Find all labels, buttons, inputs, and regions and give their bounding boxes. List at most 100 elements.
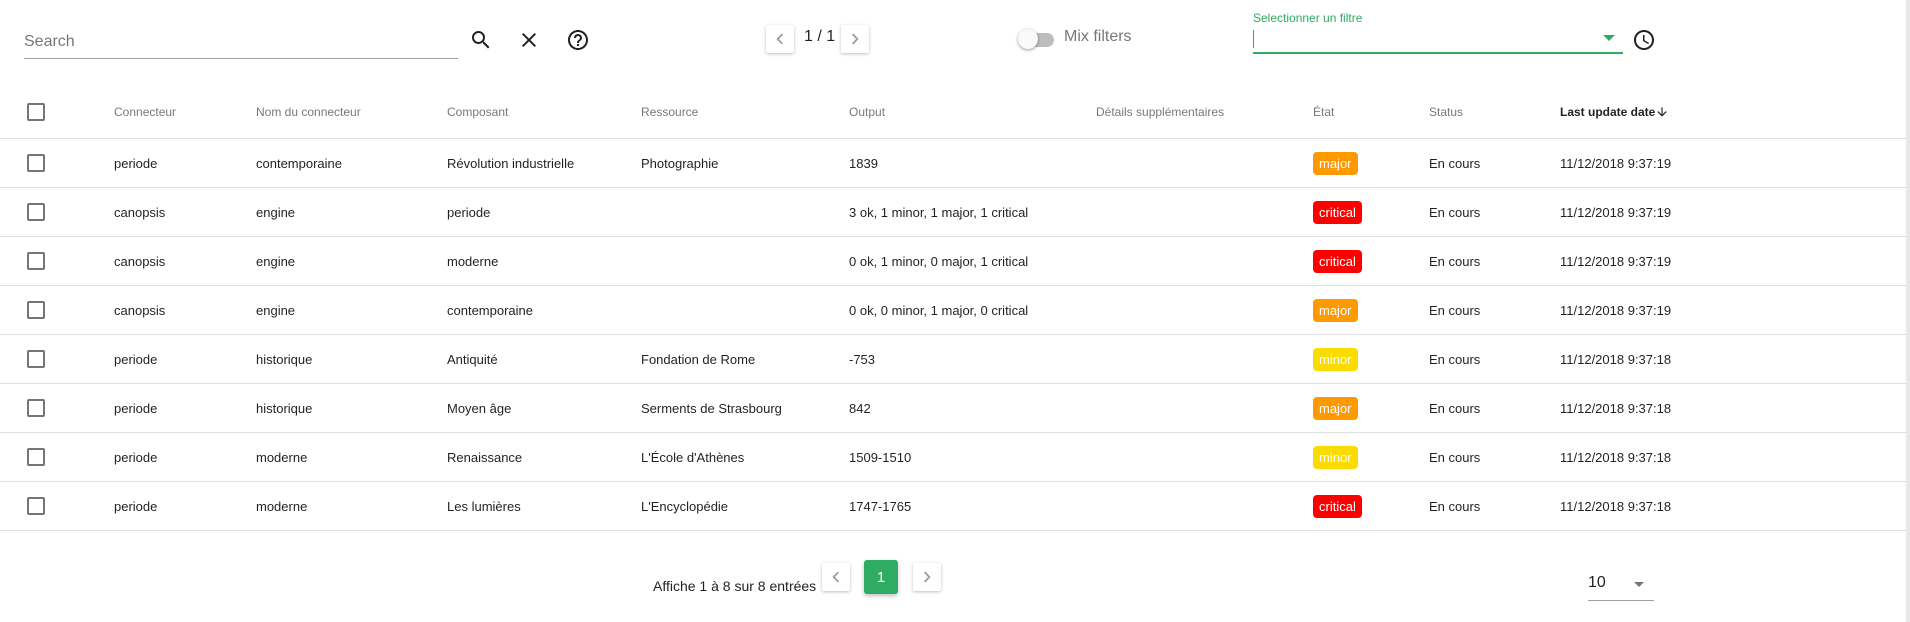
- dropdown-arrow-icon: [1634, 582, 1644, 587]
- cell-details: [1096, 285, 1313, 335]
- history-button[interactable]: [1626, 22, 1662, 58]
- cell-status: En cours: [1429, 138, 1560, 188]
- header-last-update-label: Last update date: [1560, 104, 1656, 119]
- chevron-right-icon: [851, 33, 859, 45]
- cell-details: [1096, 383, 1313, 433]
- state-badge: critical: [1313, 249, 1362, 273]
- cell-etat: major: [1313, 138, 1429, 188]
- header-output[interactable]: Output: [849, 86, 1096, 139]
- footer-prev-page-button[interactable]: [822, 563, 850, 591]
- cell-composant: moderne: [447, 236, 641, 286]
- cell-ressource: [641, 285, 849, 335]
- cell-last-update: 11/12/2018 9:37:18: [1560, 334, 1910, 384]
- search-field[interactable]: [24, 28, 458, 59]
- cell-status: En cours: [1429, 285, 1560, 335]
- cell-composant: Révolution industrielle: [447, 138, 641, 188]
- text-cursor: [1253, 30, 1254, 48]
- cell-nom-connecteur: moderne: [256, 432, 447, 482]
- select-all-checkbox[interactable]: [27, 103, 45, 121]
- cell-last-update: 11/12/2018 9:37:19: [1560, 138, 1910, 188]
- alarms-table: Connecteur Nom du connecteur Composant R…: [0, 86, 1910, 531]
- cell-details: [1096, 334, 1313, 384]
- prev-page-button[interactable]: [766, 25, 794, 53]
- clear-search-button[interactable]: [511, 22, 547, 58]
- header-status[interactable]: Status: [1429, 86, 1560, 139]
- row-checkbox[interactable]: [27, 203, 45, 221]
- cell-etat: critical: [1313, 187, 1429, 237]
- table-row[interactable]: periode moderne Renaissance L'École d'Athèn…: [0, 432, 1910, 482]
- table-row[interactable]: canopsis engine periode 3 ok, 1 minor, 1 ma…: [0, 187, 1910, 237]
- next-page-button[interactable]: [841, 25, 869, 53]
- cell-status: En cours: [1429, 187, 1560, 237]
- table-row[interactable]: canopsis engine moderne 0 ok, 1 minor, 0 ma…: [0, 236, 1910, 286]
- cell-composant: Moyen âge: [447, 383, 641, 433]
- header-composant[interactable]: Composant: [447, 86, 641, 139]
- row-checkbox[interactable]: [27, 301, 45, 319]
- scrollbar[interactable]: [1906, 0, 1910, 622]
- table-row[interactable]: canopsis engine contemporaine 0 ok, 0 minor…: [0, 285, 1910, 335]
- cell-etat: critical: [1313, 481, 1429, 531]
- filter-select[interactable]: [1253, 26, 1623, 54]
- cell-details: [1096, 236, 1313, 286]
- cell-status: En cours: [1429, 481, 1560, 531]
- cell-composant: contemporaine: [447, 285, 641, 335]
- cell-output: 3 ok, 1 minor, 1 major, 1 critical: [849, 187, 1096, 237]
- header-etat[interactable]: État: [1313, 86, 1429, 139]
- arrow-down-icon: [1655, 105, 1669, 119]
- cell-etat: critical: [1313, 236, 1429, 286]
- header-ressource[interactable]: Ressource: [641, 86, 849, 139]
- header-nom-connecteur[interactable]: Nom du connecteur: [256, 86, 447, 139]
- header-last-update[interactable]: Last update date: [1560, 86, 1910, 139]
- cell-composant: Les lumières: [447, 481, 641, 531]
- state-badge: critical: [1313, 200, 1362, 224]
- page-indicator: 1 / 1: [804, 28, 836, 45]
- cell-connecteur: canopsis: [114, 236, 256, 286]
- help-button[interactable]: [560, 22, 596, 58]
- row-checkbox[interactable]: [27, 448, 45, 466]
- state-badge: major: [1313, 396, 1358, 420]
- rows-per-page-select[interactable]: 10: [1588, 570, 1654, 601]
- cell-status: En cours: [1429, 383, 1560, 433]
- page-1-button[interactable]: 1: [864, 560, 898, 594]
- toggle-thumb: [1018, 29, 1038, 49]
- cell-etat: minor: [1313, 334, 1429, 384]
- state-badge: minor: [1313, 445, 1358, 469]
- rows-per-page-value: 10: [1588, 574, 1606, 591]
- row-checkbox[interactable]: [27, 154, 45, 172]
- cell-nom-connecteur: engine: [256, 236, 447, 286]
- row-checkbox[interactable]: [27, 252, 45, 270]
- cell-output: -753: [849, 334, 1096, 384]
- row-select-cell: [0, 481, 114, 531]
- cell-nom-connecteur: engine: [256, 187, 447, 237]
- search-icon: [472, 31, 490, 49]
- cell-status: En cours: [1429, 334, 1560, 384]
- header-details[interactable]: Détails supplémentaires: [1096, 86, 1313, 139]
- cell-output: 0 ok, 0 minor, 1 major, 0 critical: [849, 285, 1096, 335]
- search-input[interactable]: [24, 28, 458, 56]
- row-checkbox[interactable]: [27, 399, 45, 417]
- header-connecteur[interactable]: Connecteur: [114, 86, 256, 139]
- cell-output: 0 ok, 1 minor, 0 major, 1 critical: [849, 236, 1096, 286]
- cell-nom-connecteur: contemporaine: [256, 138, 447, 188]
- table-row[interactable]: periode moderne Les lumières L'Encyclopédie…: [0, 481, 1910, 531]
- row-checkbox[interactable]: [27, 350, 45, 368]
- cell-etat: major: [1313, 383, 1429, 433]
- row-select-cell: [0, 236, 114, 286]
- search-button[interactable]: [463, 22, 499, 58]
- footer-next-page-button[interactable]: [913, 563, 941, 591]
- row-checkbox[interactable]: [27, 497, 45, 515]
- cell-composant: Antiquité: [447, 334, 641, 384]
- cell-connecteur: periode: [114, 481, 256, 531]
- table-row[interactable]: periode historique Antiquité Fondation de R…: [0, 334, 1910, 384]
- cell-status: En cours: [1429, 432, 1560, 482]
- cell-connecteur: periode: [114, 383, 256, 433]
- cell-ressource: Photographie: [641, 138, 849, 188]
- cell-last-update: 11/12/2018 9:37:19: [1560, 236, 1910, 286]
- cell-last-update: 11/12/2018 9:37:19: [1560, 187, 1910, 237]
- cell-etat: major: [1313, 285, 1429, 335]
- cell-nom-connecteur: engine: [256, 285, 447, 335]
- cell-ressource: [641, 187, 849, 237]
- mix-filters-toggle[interactable]: [1018, 29, 1054, 49]
- table-row[interactable]: periode historique Moyen âge Serments de St…: [0, 383, 1910, 433]
- table-row[interactable]: periode contemporaine Révolution industrie…: [0, 138, 1910, 188]
